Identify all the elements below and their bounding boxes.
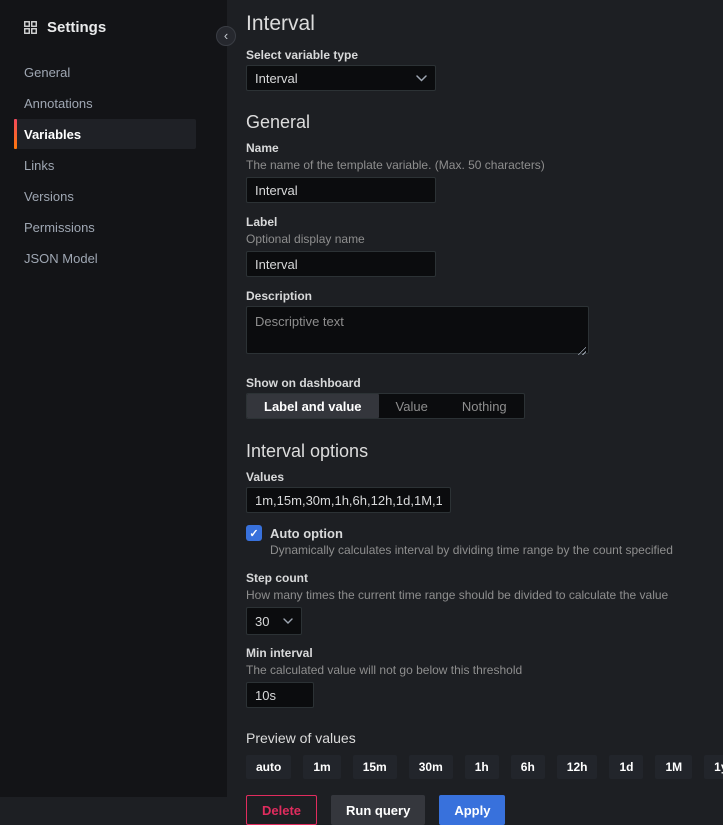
action-buttons: Delete Run query Apply [246,795,723,825]
run-query-button[interactable]: Run query [331,795,425,825]
preview-value-chip: 30m [409,755,453,779]
label-label: Label [246,215,723,229]
sidebar-nav-item-label: Versions [24,189,74,204]
sidebar-header: Settings [0,13,227,41]
preview-value-chip: 1h [465,755,499,779]
auto-option-description: Dynamically calculates interval by divid… [270,543,723,557]
page-title: Interval [246,12,723,36]
variable-type-label: Select variable type [246,48,723,62]
auto-option-label: Auto option [270,526,343,541]
sidebar-nav-item[interactable]: General [14,57,196,87]
step-count-value: 30 [255,614,269,629]
min-interval-input[interactable] [246,682,314,708]
preview-value-chip: 1M [655,755,692,779]
sidebar-nav-item-label: General [24,65,70,80]
auto-option-checkbox[interactable]: ✓ [246,525,262,541]
preview-value-chip: auto [246,755,291,779]
min-interval-label: Min interval [246,646,723,660]
sidebar-nav-item[interactable]: Versions [14,181,196,211]
sidebar-nav-item[interactable]: JSON Model [14,243,196,273]
values-input[interactable] [246,487,451,513]
step-count-description: How many times the current time range sh… [246,588,723,602]
apps-grid-icon [24,21,37,34]
step-count-select[interactable]: 30 [246,607,302,635]
show-on-dashboard-option[interactable]: Nothing [445,394,524,418]
chevron-down-icon [283,618,293,624]
name-input[interactable] [246,177,436,203]
checkmark-icon: ✓ [249,527,258,540]
preview-value-chip: 6h [511,755,545,779]
sidebar-nav-item-label: Variables [24,127,81,142]
sidebar-nav-item-label: JSON Model [24,251,98,266]
general-section-heading: General [246,112,723,133]
preview-value-chip: 1y [704,755,723,779]
sidebar-nav-item[interactable]: Variables [14,119,196,149]
preview-of-values-heading: Preview of values [246,730,723,746]
chevron-down-icon [416,75,427,82]
delete-button[interactable]: Delete [246,795,317,825]
label-input[interactable] [246,251,436,277]
name-description: The name of the template variable. (Max.… [246,158,723,172]
min-interval-description: The calculated value will not go below t… [246,663,723,677]
settings-sidebar: Settings General Annotations Variables L… [0,0,227,797]
sidebar-nav-item[interactable]: Permissions [14,212,196,242]
sidebar-title: Settings [47,19,106,36]
preview-value-chip: 1d [609,755,643,779]
show-on-dashboard-label: Show on dashboard [246,376,723,390]
name-label: Name [246,141,723,155]
preview-values-list: auto1m15m30m1h6h12h1d1M1y1s1ms [246,755,723,779]
preview-value-chip: 1m [303,755,340,779]
preview-value-chip: 15m [353,755,397,779]
sidebar-nav-item-label: Annotations [24,96,93,111]
variable-type-value: Interval [255,71,298,86]
values-label: Values [246,470,723,484]
sidebar-nav-item-label: Permissions [24,220,95,235]
sidebar-nav-item-label: Links [24,158,54,173]
description-textarea[interactable] [246,306,589,354]
interval-options-heading: Interval options [246,441,723,462]
show-on-dashboard-option[interactable]: Value [379,394,445,418]
show-on-dashboard-radio-group: Label and valueValueNothing [246,393,525,419]
sidebar-nav-item[interactable]: Annotations [14,88,196,118]
collapse-sidebar-button[interactable]: ‹ [216,26,236,46]
label-description: Optional display name [246,232,723,246]
sidebar-nav-item[interactable]: Links [14,150,196,180]
description-label: Description [246,289,723,303]
variable-type-select[interactable]: Interval [246,65,436,91]
settings-nav: General Annotations Variables Links Vers… [0,57,227,273]
show-on-dashboard-option[interactable]: Label and value [247,394,379,418]
step-count-label: Step count [246,571,723,585]
apply-button[interactable]: Apply [439,795,505,825]
variable-editor-panel: Interval Select variable type Interval G… [227,0,723,797]
chevron-left-icon: ‹ [224,29,228,42]
preview-value-chip: 12h [557,755,598,779]
